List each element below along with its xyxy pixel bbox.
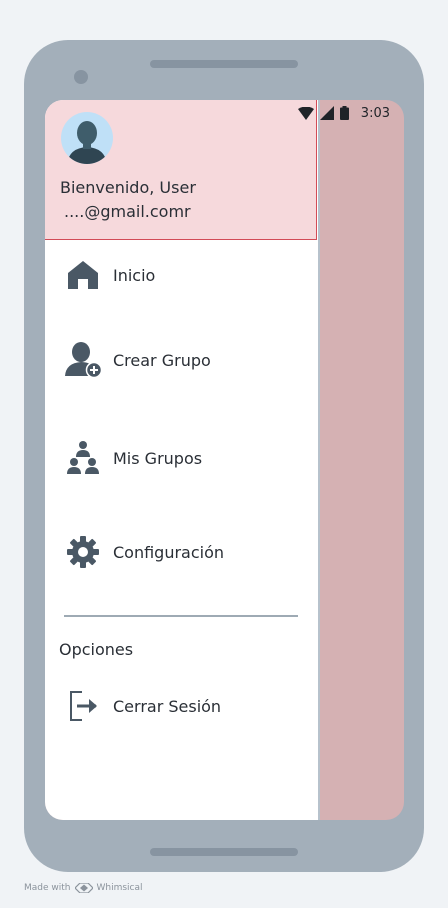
menu-item-inicio[interactable]: Inicio	[63, 255, 155, 295]
phone-home-bar	[150, 848, 298, 856]
made-with-footer[interactable]: Made with Whimsical	[24, 883, 143, 893]
user-email: ....@gmail.comr	[64, 202, 191, 221]
avatar-person-icon	[67, 121, 107, 164]
menu-item-label: Crear Grupo	[113, 350, 211, 370]
phone-screen: 3:03 Bienvenido, User ....@gmail.comr In…	[45, 100, 404, 820]
menu-item-mis-grupos[interactable]: Mis Grupos	[63, 438, 202, 478]
footer-brand: Whimsical	[96, 883, 143, 893]
menu-item-configuracion[interactable]: Configuración	[63, 532, 224, 572]
battery-icon	[339, 106, 349, 120]
footer-made-with: Made with	[24, 883, 71, 893]
menu-item-label: Inicio	[113, 265, 156, 285]
logout-icon	[63, 686, 103, 726]
gear-icon	[63, 532, 103, 572]
logout-button[interactable]: Cerrar Sesión	[63, 686, 221, 726]
add-user-icon	[63, 340, 103, 380]
menu-item-crear-grupo[interactable]: Crear Grupo	[63, 340, 211, 380]
home-icon	[63, 255, 103, 295]
status-bar: 3:03	[297, 104, 390, 122]
user-greeting: Bienvenido, User	[60, 178, 196, 197]
signal-icon	[319, 106, 334, 120]
whimsical-logo-icon	[74, 883, 93, 893]
navigation-drawer: Bienvenido, User ....@gmail.comr Inicio …	[45, 100, 320, 820]
status-time: 3:03	[360, 105, 390, 121]
logout-label: Cerrar Sesión	[113, 696, 222, 716]
phone-speaker	[150, 60, 298, 68]
groups-icon	[63, 438, 103, 478]
menu-item-label: Configuración	[113, 542, 225, 562]
section-label-opciones: Opciones	[59, 640, 134, 659]
avatar[interactable]	[61, 112, 113, 164]
phone-camera	[74, 70, 88, 84]
drawer-header: Bienvenido, User ....@gmail.comr	[45, 100, 317, 240]
menu-divider	[64, 615, 298, 617]
wifi-icon	[297, 106, 314, 120]
menu-item-label: Mis Grupos	[113, 448, 203, 468]
